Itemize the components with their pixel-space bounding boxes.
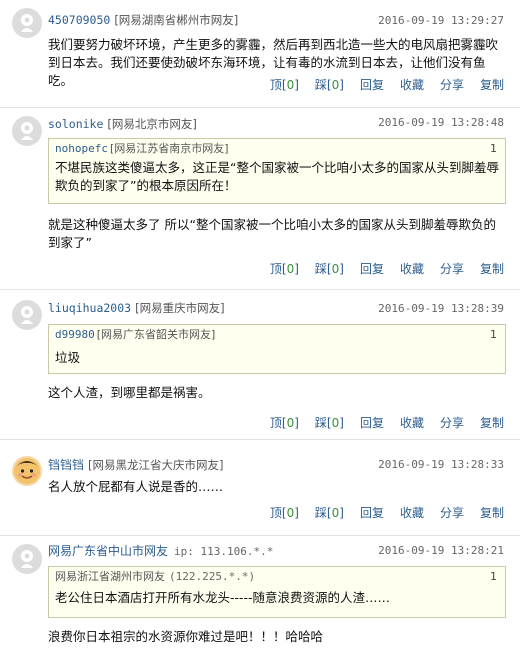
downvote-button[interactable]: 踩[0] xyxy=(315,414,344,431)
comment-actions: 顶[0] 踩[0] 回复 收藏 分享 复制 xyxy=(254,414,504,431)
username-text[interactable]: solonike xyxy=(48,117,103,131)
downvote-button[interactable]: 踩[0] xyxy=(315,504,344,521)
username[interactable]: liuqihua2003 [网易重庆市网友] xyxy=(48,300,225,316)
quoted-comment: 网易浙江省湖州市网友 (122.225.*.*) 1 老公住日本酒店打开所有水龙头… xyxy=(48,566,506,618)
quote-text: 老公住日本酒店打开所有水龙头-----随意浪费资源的人渣…… xyxy=(55,590,391,605)
comment-actions: 顶[0] 踩[0] 回复 收藏 分享 复制 xyxy=(254,260,504,277)
favorite-button[interactable]: 收藏 xyxy=(400,414,424,431)
avatar[interactable] xyxy=(12,544,42,574)
comment-item: 铛铛铛 [网易黑龙江省大庆市网友] 2016-09-19 13:28:33 名人放… xyxy=(0,440,520,536)
username-text[interactable]: 网易广东省中山市网友 xyxy=(48,544,168,558)
reply-button[interactable]: 回复 xyxy=(360,504,384,521)
reply-button[interactable]: 回复 xyxy=(360,76,384,93)
upvote-button[interactable]: 顶[0] xyxy=(270,414,299,431)
username-text[interactable]: 铛铛铛 xyxy=(48,458,84,472)
comment-item: solonike [网易北京市网友] 2016-09-19 13:28:48 no… xyxy=(0,108,520,290)
avatar[interactable] xyxy=(12,456,42,486)
comment-actions: 顶[0] 踩[0] 回复 收藏 分享 复制 xyxy=(254,504,504,521)
copy-button[interactable]: 复制 xyxy=(480,414,504,431)
timestamp: 2016-09-19 13:29:27 xyxy=(378,14,504,27)
comment-item: 网易广东省中山市网友 ip: 113.106.*.* 2016-09-19 13:… xyxy=(0,536,520,654)
quote-header: 网易浙江省湖州市网友 (122.225.*.*) xyxy=(55,569,499,585)
comment-list: 450709050 [网易湖南省郴州市网友] 2016-09-19 13:29:2… xyxy=(0,0,520,654)
avatar[interactable] xyxy=(12,8,42,38)
upvote-button[interactable]: 顶[0] xyxy=(270,260,299,277)
reply-button[interactable]: 回复 xyxy=(360,260,384,277)
quote-username[interactable]: 网易浙江省湖州市网友 xyxy=(55,570,165,583)
quote-header: nohopefc [网易江苏省南京市网友] xyxy=(55,141,499,157)
quote-text: 垃圾 xyxy=(55,350,81,365)
reply-button[interactable]: 回复 xyxy=(360,414,384,431)
timestamp: 2016-09-19 13:28:48 xyxy=(378,116,504,129)
username[interactable]: 网易广东省中山市网友 ip: 113.106.*.* xyxy=(48,542,273,559)
comment-item: liuqihua2003 [网易重庆市网友] 2016-09-19 13:28:3… xyxy=(0,290,520,440)
user-location: [网易北京市网友] xyxy=(107,117,197,131)
quote-header: d99980 [网易广东省韶关市网友] xyxy=(55,327,499,343)
user-location: [网易黑龙江省大庆市网友] xyxy=(88,458,224,472)
user-ip: ip: 113.106.*.* xyxy=(174,545,274,558)
quote-floor-number: 1 xyxy=(490,328,497,341)
username[interactable]: 450709050 [网易湖南省郴州市网友] xyxy=(48,12,238,28)
favorite-button[interactable]: 收藏 xyxy=(400,76,424,93)
avatar[interactable] xyxy=(12,300,42,330)
share-button[interactable]: 分享 xyxy=(440,414,464,431)
copy-button[interactable]: 复制 xyxy=(480,76,504,93)
quoted-comment: nohopefc [网易江苏省南京市网友] 1 不堪民族这类傻逼太多，这正是“整个… xyxy=(48,138,506,204)
comment-text: 浪费你日本祖宗的水资源你难过是吧！！！哈哈哈 xyxy=(48,629,324,644)
quote-location: [网易广东省韶关市网友] xyxy=(96,328,216,341)
downvote-button[interactable]: 踩[0] xyxy=(315,76,344,93)
upvote-button[interactable]: 顶[0] xyxy=(270,504,299,521)
quote-username[interactable]: nohopefc xyxy=(55,142,108,155)
timestamp: 2016-09-19 13:28:33 xyxy=(378,458,504,471)
username[interactable]: solonike [网易北京市网友] xyxy=(48,116,197,132)
timestamp: 2016-09-19 13:28:21 xyxy=(378,544,504,557)
share-button[interactable]: 分享 xyxy=(440,504,464,521)
username[interactable]: 铛铛铛 [网易黑龙江省大庆市网友] xyxy=(48,456,224,473)
share-button[interactable]: 分享 xyxy=(440,260,464,277)
downvote-button[interactable]: 踩[0] xyxy=(315,260,344,277)
comment-text: 名人放个屁都有人说是香的…… xyxy=(48,479,224,494)
copy-button[interactable]: 复制 xyxy=(480,260,504,277)
favorite-button[interactable]: 收藏 xyxy=(400,504,424,521)
comment-item: 450709050 [网易湖南省郴州市网友] 2016-09-19 13:29:2… xyxy=(0,0,520,108)
quote-text: 不堪民族这类傻逼太多，这正是“整个国家被一个比咱小太多的国家从头到脚羞辱欺负的到… xyxy=(55,160,499,193)
username-text[interactable]: 450709050 xyxy=(48,13,110,27)
favorite-button[interactable]: 收藏 xyxy=(400,260,424,277)
comment-actions: 顶[0] 踩[0] 回复 收藏 分享 复制 xyxy=(254,76,504,93)
quoted-comment: d99980 [网易广东省韶关市网友] 1 垃圾 xyxy=(48,324,506,374)
timestamp: 2016-09-19 13:28:39 xyxy=(378,302,504,315)
comment-text: 这个人渣，到哪里都是祸害。 xyxy=(48,385,211,400)
share-button[interactable]: 分享 xyxy=(440,76,464,93)
user-location: [网易重庆市网友] xyxy=(135,301,225,315)
avatar[interactable] xyxy=(12,116,42,146)
quote-ip: (122.225.*.*) xyxy=(169,570,256,583)
quote-location: [网易江苏省南京市网友] xyxy=(109,142,229,155)
comment-text: 就是这种傻逼太多了 所以“整个国家被一个比咱小太多的国家从头到脚羞辱欺负的到家了… xyxy=(48,217,496,250)
quote-floor-number: 1 xyxy=(490,570,497,583)
user-location: [网易湖南省郴州市网友] xyxy=(114,13,239,27)
copy-button[interactable]: 复制 xyxy=(480,504,504,521)
username-text[interactable]: liuqihua2003 xyxy=(48,301,131,315)
quote-floor-number: 1 xyxy=(490,142,497,155)
quote-username[interactable]: d99980 xyxy=(55,328,95,341)
upvote-button[interactable]: 顶[0] xyxy=(270,76,299,93)
